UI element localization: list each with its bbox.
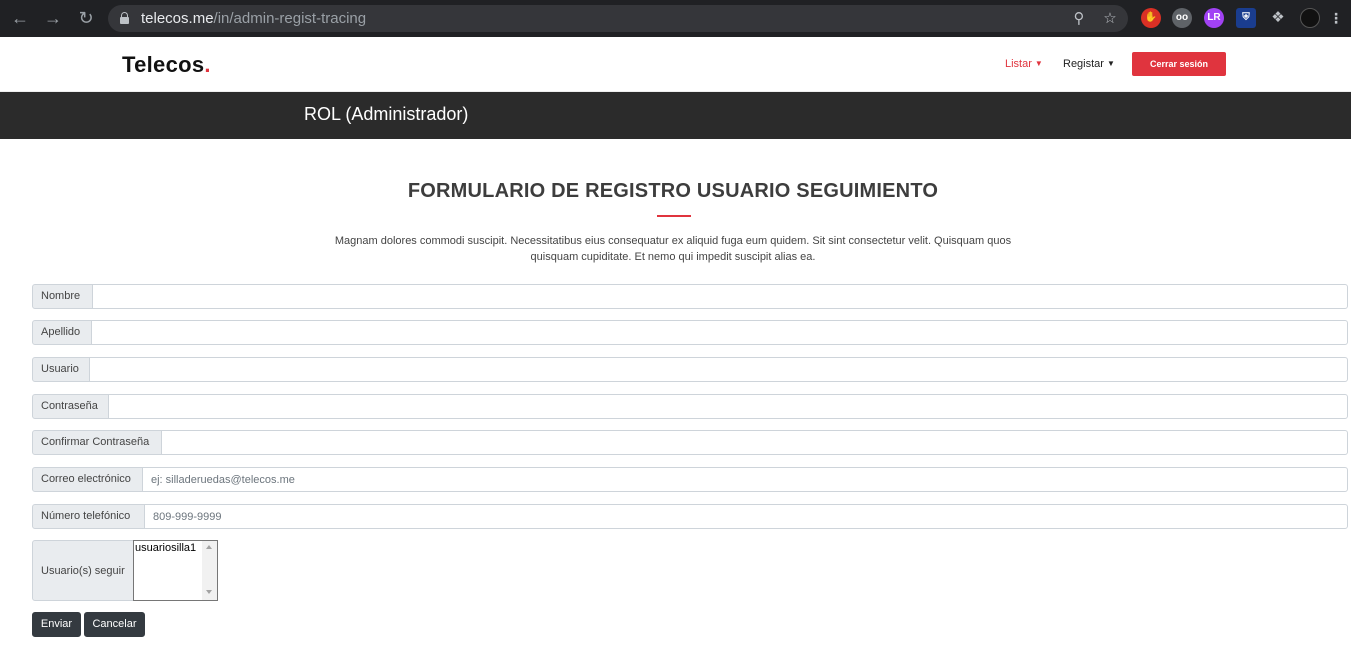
apellido-label: Apellido bbox=[32, 320, 92, 345]
scroll-down-icon[interactable] bbox=[206, 590, 212, 594]
title-divider bbox=[657, 215, 691, 217]
phone-field[interactable] bbox=[144, 504, 1348, 529]
follow-users-row: Usuario(s) seguir usuariosilla1 bbox=[32, 540, 218, 601]
confirm-password-label: Confirmar Contraseña bbox=[32, 430, 162, 455]
nombre-label: Nombre bbox=[32, 284, 93, 309]
scroll-up-icon[interactable] bbox=[206, 545, 212, 549]
nombre-row: Nombre bbox=[32, 284, 1348, 309]
cancel-button[interactable]: Cancelar bbox=[84, 612, 145, 637]
apellido-field[interactable] bbox=[91, 320, 1348, 345]
telefono-row: Número telefónico bbox=[32, 504, 1348, 529]
address-bar[interactable]: telecos.me/in/admin-regist-tracing ⚲ ☆ bbox=[108, 5, 1128, 32]
zoom-icon[interactable]: ⚲ bbox=[1070, 10, 1088, 28]
back-icon[interactable]: ← bbox=[8, 7, 32, 29]
role-bar: ROL (Administrador) bbox=[0, 92, 1351, 139]
nav-registar[interactable]: Registar ▼ bbox=[1063, 58, 1115, 70]
nombre-field[interactable] bbox=[92, 284, 1348, 309]
reload-icon[interactable]: ↻ bbox=[74, 7, 98, 29]
role-title: ROL (Administrador) bbox=[304, 104, 469, 124]
form-description: Magnam dolores commodi suscipit. Necessi… bbox=[334, 235, 1012, 263]
submit-button[interactable]: Enviar bbox=[32, 612, 81, 637]
nav-listar[interactable]: Listar ▼ bbox=[1005, 58, 1043, 70]
logout-button[interactable]: Cerrar sesión bbox=[1132, 52, 1226, 76]
follow-users-label: Usuario(s) seguir bbox=[32, 540, 134, 601]
browser-toolbar: ← → ↻ telecos.me/in/admin-regist-tracing… bbox=[0, 0, 1351, 37]
extensions-puzzle-icon[interactable]: ❖ bbox=[1268, 8, 1288, 28]
forward-icon[interactable]: → bbox=[41, 7, 65, 29]
email-label: Correo electrónico bbox=[32, 467, 143, 492]
lock-icon bbox=[120, 12, 129, 24]
extension-lr-icon[interactable]: LR bbox=[1204, 8, 1224, 28]
form-title: FORMULARIO DE REGISTRO USUARIO SEGUIMIEN… bbox=[407, 180, 939, 202]
confirm-password-field[interactable] bbox=[161, 430, 1348, 455]
email-field[interactable] bbox=[142, 467, 1348, 492]
browser-menu-icon[interactable]: ⋮ bbox=[1326, 8, 1346, 28]
extension-shield-icon[interactable]: ⛨ bbox=[1236, 8, 1256, 28]
confirmar-row: Confirmar Contraseña bbox=[32, 430, 1348, 455]
contrasena-label: Contraseña bbox=[32, 394, 109, 419]
bookmark-star-icon[interactable]: ☆ bbox=[1101, 10, 1119, 28]
phone-label: Número telefónico bbox=[32, 504, 145, 529]
correo-row: Correo electrónico bbox=[32, 467, 1348, 492]
usuario-field[interactable] bbox=[89, 357, 1348, 382]
site-header: Telecos. Listar ▼ Registar ▼ Cerrar sesión bbox=[0, 37, 1351, 92]
chevron-down-icon: ▼ bbox=[1034, 59, 1043, 68]
extension-stop-icon[interactable]: ✋ bbox=[1141, 8, 1161, 28]
contrasena-row: Contraseña bbox=[32, 394, 1348, 419]
follow-users-listbox[interactable]: usuariosilla1 bbox=[133, 540, 218, 601]
listbox-option[interactable]: usuariosilla1 bbox=[135, 542, 196, 554]
usuario-row: Usuario bbox=[32, 357, 1348, 382]
usuario-label: Usuario bbox=[32, 357, 90, 382]
site-logo[interactable]: Telecos. bbox=[122, 52, 211, 78]
apellido-row: Apellido bbox=[32, 320, 1348, 345]
chevron-down-icon: ▼ bbox=[1106, 59, 1115, 68]
extension-owl-icon[interactable]: oo bbox=[1172, 8, 1192, 28]
url-text[interactable]: telecos.me/in/admin-regist-tracing bbox=[141, 10, 366, 27]
listbox-scrollbar[interactable] bbox=[202, 541, 217, 600]
password-field[interactable] bbox=[108, 394, 1348, 419]
profile-avatar[interactable] bbox=[1300, 8, 1320, 28]
